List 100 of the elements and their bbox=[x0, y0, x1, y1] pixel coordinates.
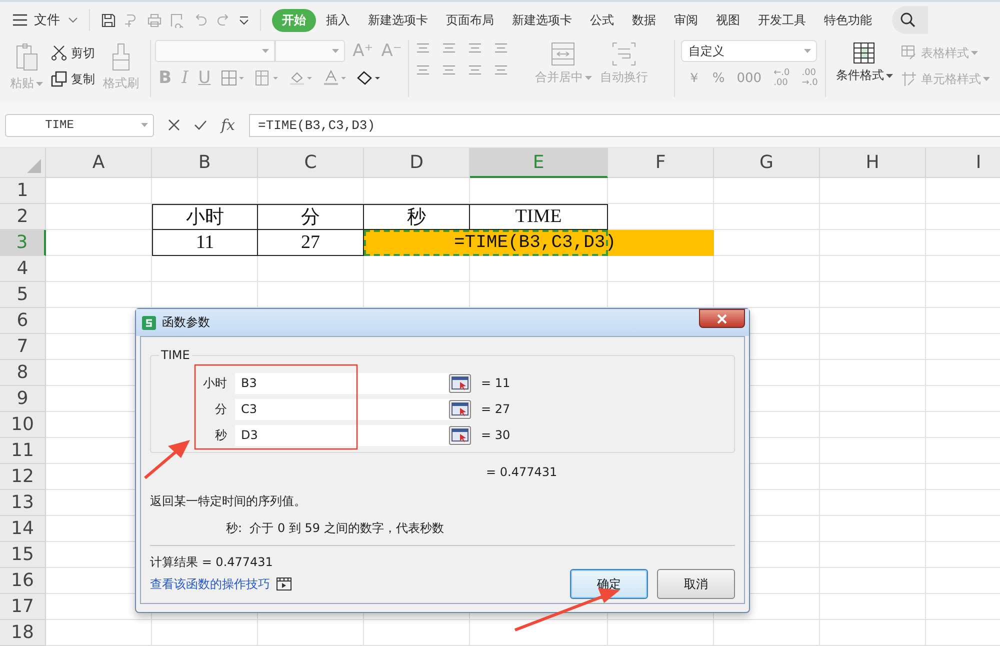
font-name-field[interactable] bbox=[154, 40, 275, 62]
column-header[interactable]: F bbox=[608, 148, 714, 178]
cut-button[interactable]: 剪切 bbox=[51, 40, 95, 66]
cell-picker-button[interactable] bbox=[449, 374, 471, 392]
empty-cell[interactable] bbox=[820, 620, 926, 646]
empty-cell[interactable] bbox=[152, 620, 258, 646]
empty-cell[interactable] bbox=[820, 360, 926, 386]
empty-cell[interactable] bbox=[714, 178, 820, 204]
row-header[interactable]: 16 bbox=[0, 568, 46, 594]
empty-cell[interactable] bbox=[714, 620, 820, 646]
conditional-format-button[interactable]: 条件格式 bbox=[832, 40, 897, 86]
row-header[interactable]: 7 bbox=[0, 334, 46, 360]
empty-cell[interactable] bbox=[258, 620, 364, 646]
ribbon-tab[interactable]: 审阅 bbox=[666, 8, 706, 32]
save-icon[interactable] bbox=[101, 12, 116, 28]
empty-cell[interactable] bbox=[820, 438, 926, 464]
column-header[interactable]: A bbox=[46, 148, 152, 178]
empty-cell[interactable] bbox=[820, 542, 926, 568]
row-header[interactable]: 13 bbox=[0, 490, 46, 516]
row-header[interactable]: 5 bbox=[0, 282, 46, 308]
row-header[interactable]: 8 bbox=[0, 360, 46, 386]
empty-cell[interactable] bbox=[820, 178, 926, 204]
dropdown-icon[interactable] bbox=[239, 16, 249, 24]
eraser-icon[interactable] bbox=[356, 70, 381, 86]
empty-cell[interactable] bbox=[608, 620, 714, 646]
argument-field[interactable]: C3 bbox=[235, 398, 471, 420]
row-header[interactable]: 14 bbox=[0, 516, 46, 542]
empty-cell[interactable] bbox=[820, 490, 926, 516]
column-header[interactable]: C bbox=[258, 148, 364, 178]
preview-icon[interactable] bbox=[170, 12, 185, 28]
chevron-down-icon[interactable] bbox=[68, 17, 78, 23]
ribbon-tab[interactable]: 公式 bbox=[582, 8, 622, 32]
file-menu[interactable]: 文件 bbox=[34, 11, 60, 29]
ribbon-tab[interactable]: 页面布局 bbox=[438, 8, 502, 32]
empty-cell[interactable] bbox=[820, 282, 926, 308]
argument-field[interactable]: B3 bbox=[235, 372, 471, 394]
row-header[interactable]: 4 bbox=[0, 256, 46, 282]
ribbon-tab[interactable]: 开发工具 bbox=[750, 8, 814, 32]
empty-cell[interactable] bbox=[820, 386, 926, 412]
argument-field[interactable]: D3 bbox=[235, 424, 471, 446]
fill-color-icon[interactable] bbox=[288, 70, 313, 86]
cell-format-icon[interactable] bbox=[254, 70, 279, 86]
empty-cell[interactable] bbox=[470, 620, 608, 646]
ribbon-tab[interactable]: 视图 bbox=[708, 8, 748, 32]
font-size-field[interactable] bbox=[274, 40, 345, 62]
row-header[interactable]: 18 bbox=[0, 620, 46, 646]
close-button[interactable] bbox=[699, 309, 745, 328]
cell-picker-button[interactable] bbox=[449, 400, 471, 418]
empty-cell[interactable] bbox=[820, 230, 926, 256]
cancel-icon[interactable] bbox=[168, 119, 180, 131]
dialog-button[interactable]: 确定 bbox=[570, 569, 648, 599]
row-header[interactable]: 1 bbox=[0, 178, 46, 204]
borders-icon[interactable] bbox=[220, 70, 245, 86]
font-color-icon[interactable] bbox=[322, 70, 347, 86]
ribbon-tab[interactable]: 特色功能 bbox=[816, 8, 880, 32]
row-header[interactable]: 17 bbox=[0, 594, 46, 620]
column-header[interactable]: B bbox=[152, 148, 258, 178]
menu-icon[interactable] bbox=[12, 14, 28, 26]
name-box[interactable]: TIME bbox=[5, 114, 154, 136]
empty-cell[interactable] bbox=[820, 308, 926, 334]
row-header[interactable]: 12 bbox=[0, 464, 46, 490]
row-header[interactable]: 11 bbox=[0, 438, 46, 464]
column-header[interactable]: D bbox=[364, 148, 470, 178]
row-header[interactable]: 15 bbox=[0, 542, 46, 568]
empty-cell[interactable] bbox=[820, 412, 926, 438]
print-icon[interactable] bbox=[147, 12, 162, 28]
empty-cell[interactable] bbox=[820, 256, 926, 282]
search-button[interactable] bbox=[892, 6, 928, 34]
empty-cell[interactable] bbox=[714, 256, 820, 282]
empty-cell[interactable] bbox=[820, 516, 926, 542]
cell-picker-button[interactable] bbox=[449, 426, 471, 444]
empty-cell[interactable] bbox=[820, 568, 926, 594]
select-all-icon[interactable] bbox=[27, 159, 41, 173]
formula-field[interactable]: =TIME(B3,C3,D3) bbox=[249, 114, 1000, 136]
column-header[interactable]: G bbox=[714, 148, 820, 178]
undo-icon[interactable] bbox=[193, 12, 208, 28]
check-icon[interactable] bbox=[194, 120, 207, 130]
empty-cell[interactable] bbox=[820, 204, 926, 230]
dialog-button[interactable]: 取消 bbox=[657, 569, 735, 599]
empty-cell[interactable] bbox=[714, 204, 820, 230]
copy-button[interactable]: 复制 bbox=[51, 66, 95, 92]
row-header[interactable]: 9 bbox=[0, 386, 46, 412]
help-link[interactable]: 查看该函数的操作技巧 bbox=[150, 576, 270, 592]
ribbon-tab[interactable]: 新建选项卡 bbox=[504, 8, 580, 32]
row-header[interactable]: 10 bbox=[0, 412, 46, 438]
row-header[interactable]: 6 bbox=[0, 308, 46, 334]
empty-cell[interactable] bbox=[820, 464, 926, 490]
number-format-field[interactable]: 自定义 bbox=[681, 40, 818, 62]
row-header[interactable]: 2 bbox=[0, 204, 46, 230]
empty-cell[interactable] bbox=[608, 178, 714, 204]
column-header[interactable]: H bbox=[820, 148, 926, 178]
ribbon-tab[interactable]: 插入 bbox=[318, 8, 358, 32]
empty-cell[interactable] bbox=[364, 620, 470, 646]
ribbon-tab[interactable]: 数据 bbox=[624, 8, 664, 32]
redo-icon[interactable] bbox=[216, 12, 231, 28]
empty-cell[interactable] bbox=[820, 594, 926, 620]
ribbon-tab[interactable]: 新建选项卡 bbox=[360, 8, 436, 32]
insert-function-button[interactable]: fx bbox=[221, 116, 236, 134]
video-icon[interactable] bbox=[276, 577, 292, 591]
empty-cell[interactable] bbox=[820, 334, 926, 360]
